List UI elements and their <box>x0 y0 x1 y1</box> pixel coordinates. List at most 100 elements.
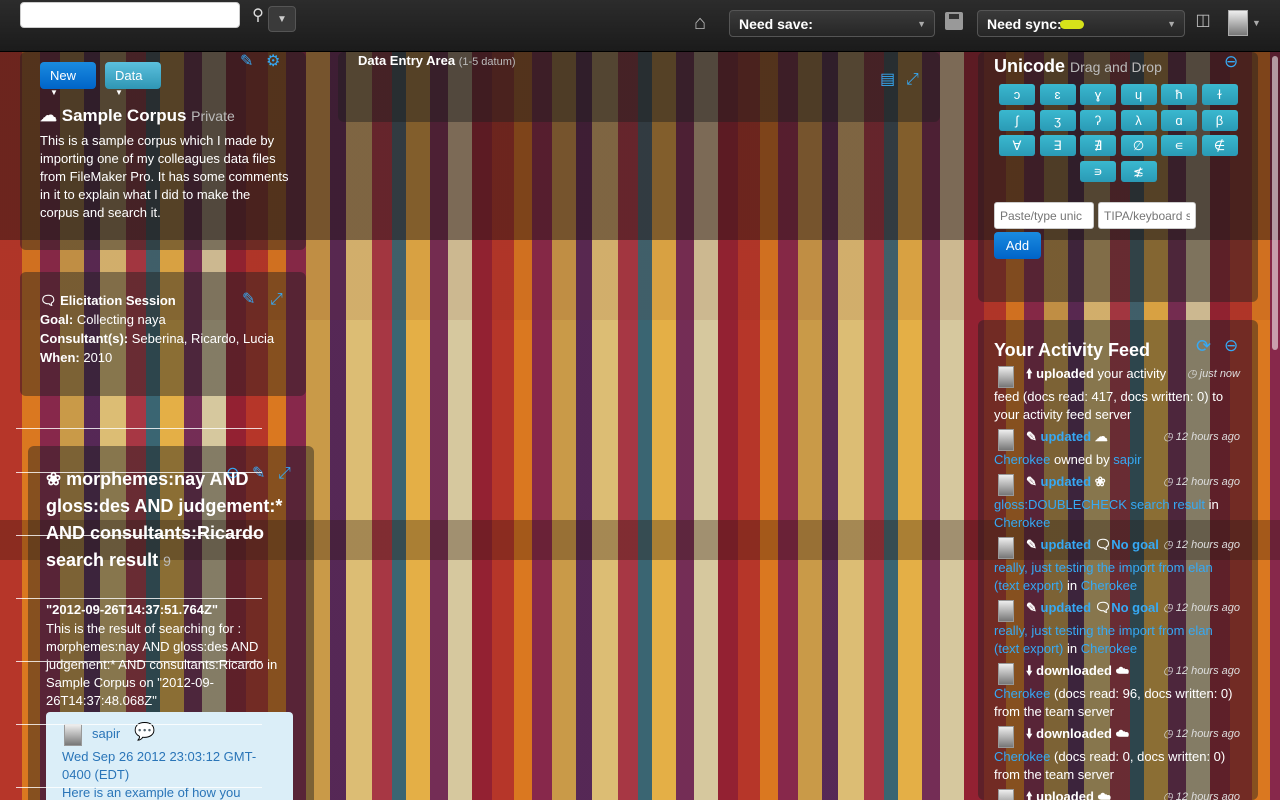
feed-session-link[interactable]: No goal <box>1111 600 1159 615</box>
data-button[interactable]: Data ▼ <box>105 62 161 97</box>
feed-body: feed (docs read: 417, docs written: 0) t… <box>994 389 1224 422</box>
feed-link-user[interactable]: sapir <box>1113 452 1141 467</box>
user-avatar[interactable] <box>1228 10 1248 36</box>
feed-link[interactable]: Cherokee <box>994 686 1050 701</box>
feed-item-updated-3: ✎ updated 🗨No goal ◷ 12 hours ago really… <box>994 533 1240 595</box>
need-save-label: Need save: <box>739 16 813 32</box>
feed-item-updated-1: ✎ updated ☁ ◷ 12 hours ago Cherokee owne… <box>994 425 1240 473</box>
feed-divider <box>16 535 262 536</box>
feed-item-uploaded: 🠙 uploaded your activity ◷ just now feed… <box>994 362 1240 424</box>
unicode-key[interactable]: ħ <box>1161 84 1197 105</box>
feed-time-text: 12 hours ago <box>1175 539 1240 551</box>
save-disk-icon[interactable] <box>945 12 963 30</box>
feed-verb[interactable]: ✎ updated 🗨No goal <box>1026 536 1159 554</box>
paste-unicode-input[interactable] <box>994 202 1094 229</box>
consultants-label: Consultant(s): <box>40 331 129 346</box>
feed-time-text: 12 hours ago <box>1175 791 1240 800</box>
search-icon[interactable]: ⚲ <box>248 6 268 26</box>
comment-date: Wed Sep 26 2012 23:03:12 GMT-0400 (EDT) <box>62 749 257 782</box>
sitemap-icon[interactable]: ◫ <box>1193 11 1213 31</box>
page-scrollbar[interactable] <box>1272 56 1278 350</box>
feed-link[interactable]: Cherokee <box>994 749 1050 764</box>
cloud-icon: ☁ <box>40 106 57 125</box>
feed-verb[interactable]: ✎ updated ❀ <box>1026 473 1106 491</box>
feed-time-text: 12 hours ago <box>1175 665 1240 677</box>
cogs-icon[interactable]: ⚙ <box>266 54 280 70</box>
new-button[interactable]: New ▼ <box>40 62 96 97</box>
session-panel: ✎ ⤢ 🗨 Elicitation Session Goal: Collecti… <box>20 272 306 396</box>
feed-time: ◷ 12 hours ago <box>1163 539 1240 551</box>
search-input[interactable] <box>20 2 240 28</box>
chevron-down-icon[interactable]: ▼ <box>1252 18 1261 28</box>
feed-link[interactable]: Cherokee <box>994 452 1050 467</box>
unicode-key[interactable]: λ <box>1120 109 1157 131</box>
minus-circle-icon[interactable]: ⊖ <box>1224 337 1238 354</box>
search-options-dropdown[interactable]: ▼ <box>268 6 296 32</box>
need-sync-select[interactable]: Need sync: ▼ <box>977 10 1185 37</box>
comment-user[interactable]: sapir <box>92 726 120 741</box>
goal-value: Collecting naya <box>76 312 166 327</box>
feed-time: ◷ 12 hours ago <box>1163 476 1240 488</box>
corpus-panel: New ▼ Data ▼ ✎ ⚙ ☁ Sample Corpus Private… <box>20 52 306 250</box>
unicode-key[interactable]: ∃ <box>1039 135 1076 156</box>
need-save-select[interactable]: Need save: ▼ <box>729 10 935 37</box>
minus-circle-icon[interactable]: ⊖ <box>1224 53 1238 70</box>
search-description: This is the result of searching for : mo… <box>46 621 278 708</box>
feed-item-downloaded-1: 🠛 downloaded ☁ ◷ 12 hours ago Cherokee (… <box>994 659 1240 721</box>
unicode-key[interactable]: ∅ <box>1120 135 1157 156</box>
home-icon[interactable]: ⌂ <box>689 12 711 34</box>
unicode-title: Unicode Drag and Drop <box>994 56 1162 77</box>
unicode-key[interactable]: ∄ <box>1080 135 1116 156</box>
feed-item-downloaded-2: 🠛 downloaded ☁ ◷ 12 hours ago Cherokee (… <box>994 722 1240 784</box>
unicode-key[interactable]: ∊ <box>1161 135 1197 156</box>
unicode-key[interactable]: ɥ <box>1120 84 1157 105</box>
caret-down-icon: ▼ <box>50 88 58 97</box>
unicode-key[interactable]: ʔ <box>1080 109 1116 131</box>
unicode-key[interactable]: ɣ <box>1080 84 1116 105</box>
add-unicode-button[interactable]: Add <box>994 232 1041 259</box>
expand-icon[interactable]: ⤢ <box>906 72 919 88</box>
feed-link-corpus[interactable]: Cherokee <box>994 515 1050 530</box>
feed-time: ◷ 12 hours ago <box>1163 728 1240 740</box>
feed-verb-text: uploaded <box>1036 366 1094 381</box>
data-entry-title-text: Data Entry Area <box>358 53 456 68</box>
feed-body: Cherokee (docs read: 96, docs written: 0… <box>994 685 1240 721</box>
feed-verb-text: uploaded <box>1036 789 1094 800</box>
edit-icon[interactable]: ✎ <box>240 54 253 70</box>
unicode-key[interactable]: β <box>1201 109 1238 131</box>
tipa-keyboard-input[interactable] <box>1098 202 1196 229</box>
unicode-key[interactable]: ɑ <box>1161 109 1197 131</box>
feed-link-corpus[interactable]: Cherokee <box>1081 641 1137 656</box>
feed-verb: 🠛 downloaded ☁ <box>1026 663 1130 678</box>
feed-session-link[interactable]: No goal <box>1111 537 1159 552</box>
chevron-down-icon: ▼ <box>917 19 926 29</box>
unicode-key[interactable]: ɛ <box>1039 84 1076 105</box>
unicode-key[interactable]: ∍ <box>1080 160 1116 182</box>
feed-body: Cherokee owned by sapir <box>994 451 1240 469</box>
unicode-key[interactable]: ≴ <box>1120 160 1157 182</box>
feed-verb[interactable]: ✎ updated 🗨No goal <box>1026 599 1159 617</box>
avatar <box>998 429 1014 451</box>
unicode-key[interactable]: ∀ <box>999 135 1035 156</box>
feed-line1: your activity <box>1097 366 1167 381</box>
feed-link[interactable]: gloss:DOUBLECHECK search result <box>994 497 1205 512</box>
feed-item-updated-2: ✎ updated ❀ ◷ 12 hours ago gloss:DOUBLEC… <box>994 470 1240 532</box>
book-icon[interactable]: ▤ <box>880 72 895 88</box>
unicode-key[interactable]: ∉ <box>1201 135 1238 156</box>
unicode-key[interactable]: ʒ <box>1039 109 1076 131</box>
feed-link-corpus[interactable]: Cherokee <box>1081 578 1137 593</box>
unicode-title-text: Unicode <box>994 56 1066 76</box>
feed-verb-text: downloaded <box>1036 663 1112 678</box>
refresh-icon[interactable]: ⟳ <box>1196 337 1211 355</box>
unicode-key[interactable]: ɔ <box>999 84 1035 105</box>
session-consultants: Consultant(s): Seberina, Ricardo, Lucia <box>40 329 290 348</box>
unicode-key[interactable]: ɫ <box>1201 84 1238 105</box>
unicode-key[interactable]: ʃ <box>999 109 1035 131</box>
feed-verb[interactable]: ✎ updated ☁ <box>1026 428 1108 446</box>
search-result-panel: ⊖ ✎ ⤢ ❀ morphemes:nay AND gloss:des AND … <box>28 446 314 800</box>
feed-verb-text: downloaded <box>1036 726 1112 741</box>
feed-body: really, just testing the import from ela… <box>994 559 1240 595</box>
feed-divider <box>16 661 262 662</box>
sync-status-indicator <box>1060 20 1084 29</box>
when-label: When: <box>40 350 80 365</box>
